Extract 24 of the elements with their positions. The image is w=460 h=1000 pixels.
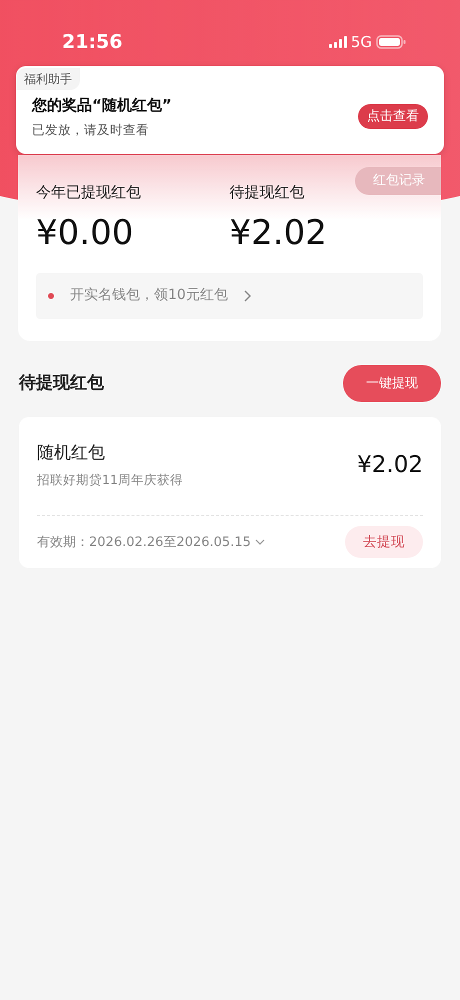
chevron-right-icon — [244, 290, 251, 302]
notification-app-label: 福利助手 — [16, 68, 80, 90]
coupon-name: 随机红包 — [37, 442, 106, 465]
withdraw-all-button[interactable]: 一键提现 — [343, 365, 441, 402]
validity-text: 有效期：2026.02.26至2026.05.15 — [37, 534, 251, 552]
section-title: 待提现红包 — [19, 372, 104, 395]
promo-banner[interactable]: 开实名钱包，领10元红包 — [36, 272, 423, 318]
view-button[interactable]: 点击查看 — [358, 104, 428, 130]
stat-amount: ¥2.02 — [230, 212, 328, 254]
dot-icon — [48, 292, 54, 298]
withdraw-button[interactable]: 去提现 — [345, 526, 423, 558]
status-time: 21:56 — [62, 30, 122, 55]
signal-icon — [328, 36, 347, 48]
stat-amount: ¥0.00 — [36, 212, 134, 254]
notification-title: 您的奖品“随机红包” — [32, 95, 172, 116]
coupon-source: 招联好期贷11周年庆获得 — [37, 470, 183, 488]
promo-text: 开实名钱包，领10元红包 — [70, 286, 228, 305]
coupon-amount: ¥2.02 — [357, 450, 423, 480]
network-label: 5G — [350, 32, 372, 53]
chevron-down-icon — [254, 539, 265, 546]
stat-label: 今年已提现红包 — [36, 182, 142, 203]
battery-icon — [376, 35, 406, 49]
stat-label: 待提现红包 — [230, 182, 306, 203]
notification-subtitle: 已发放，请及时查看 — [32, 120, 150, 138]
